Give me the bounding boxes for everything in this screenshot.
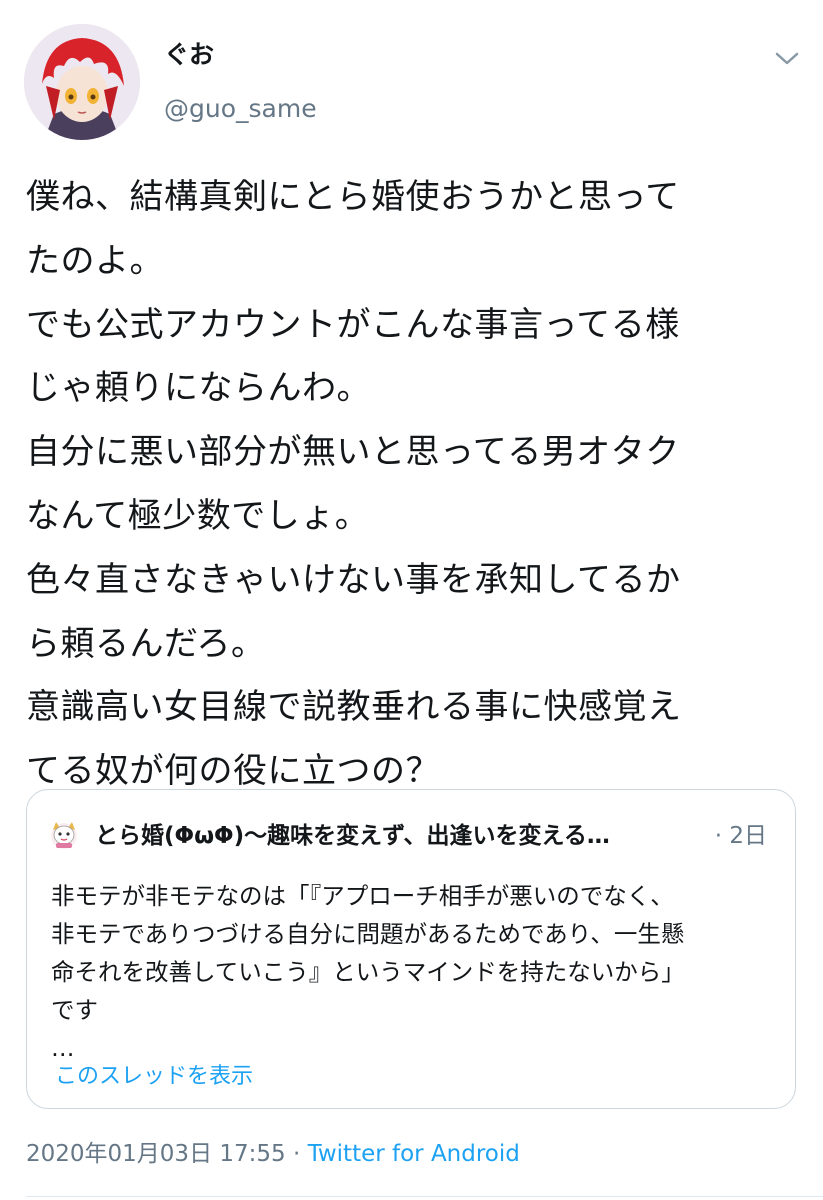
tweet-text-line: 自分に悪い部分が無いと思ってる男オタク: [26, 432, 680, 473]
tweet-text-line: でも公式アカウントがこんな事言ってる様: [26, 304, 680, 345]
quoted-tweet-card[interactable]: とら婚(ΦωΦ)〜趣味を変えず、出逢いを変える… · 2日 非モテが非モテなのは…: [26, 789, 796, 1109]
quoted-text-line: 非モテでありつづける自分に問題があるためであり、一生懸: [51, 920, 685, 948]
quoted-text-line: です: [51, 996, 98, 1024]
tweet-text-line: たのよ。: [26, 240, 164, 281]
tweet-source-link[interactable]: Twitter for Android: [308, 1141, 520, 1167]
tweet-metadata: 2020年01月03日 17:55 · Twitter for Android: [26, 1139, 520, 1169]
tweet-text-line: じゃ頼りにならんわ。: [26, 368, 371, 409]
tweet-text-line: 意識高い女目線で説教垂れる事に快感覚え: [26, 687, 682, 728]
quoted-display-name: とら婚(ΦωΦ)〜趣味を変えず、出逢いを変える…: [95, 823, 610, 849]
user-handle[interactable]: @guo_same: [164, 96, 317, 121]
cat-mascot-icon: [51, 822, 77, 849]
display-name[interactable]: ぐお: [164, 42, 214, 67]
tweet-text-line: 色々直さなきゃいけない事を承知してるか: [26, 559, 681, 600]
chevron-down-icon: [775, 52, 799, 65]
tweet-text-line: ら頼るんだろ。: [26, 623, 266, 664]
tweet-text-line: なんて極少数でしょ。: [26, 495, 370, 536]
tweet-text-line: 僕ね、結構真剣にとら婚使おうかと思って: [26, 177, 680, 217]
divider: [26, 1196, 823, 1197]
avatar[interactable]: [24, 24, 140, 140]
quoted-text-line: 非モテが非モテなのは「『アプローチ相手が悪いのでなく、: [51, 882, 674, 910]
quoted-text-line: 命それを改善していこう』というマインドを持たないから」: [51, 958, 685, 986]
meta-separator: ·: [292, 1141, 301, 1167]
user-avatar-image: [24, 24, 140, 140]
more-options-button[interactable]: [772, 44, 802, 74]
tweet-text: 僕ね、結構真剣にとら婚使おうかと思って たのよ。 でも公式アカウントがこんな事言…: [26, 166, 796, 804]
quoted-timestamp: · 2日: [714, 823, 767, 849]
tweet-timestamp: 2020年01月03日 17:55: [26, 1141, 286, 1167]
show-thread-link[interactable]: このスレッドを表示: [55, 1062, 253, 1092]
quoted-avatar: [49, 820, 79, 850]
quoted-text: 非モテが非モテなのは「『アプローチ相手が悪いのでなく、 非モテでありつづける自分…: [51, 877, 781, 1067]
